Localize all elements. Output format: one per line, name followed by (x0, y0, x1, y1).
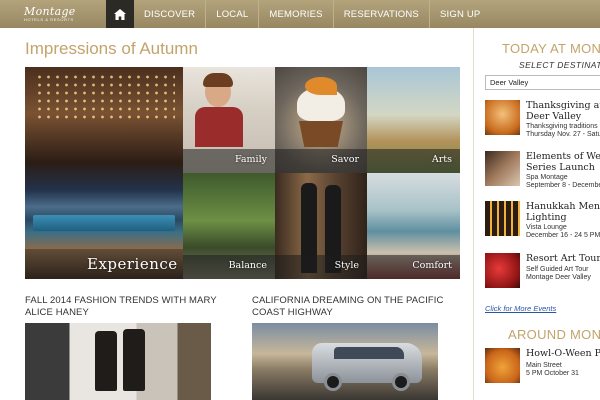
tile-balance[interactable]: Balance (183, 173, 275, 279)
nav-local[interactable]: LOCAL (206, 0, 260, 28)
event-meta-line: December 16 - 24 5 PM (526, 232, 600, 239)
event-meta-line: Montage Deer Valley (526, 274, 591, 281)
event-thumbnail (485, 100, 520, 135)
event-meta-line: 5 PM October 31 (526, 370, 579, 377)
event-title-line: Lighting (526, 212, 567, 223)
impressions-grid: Experience Family Savor Arts Balance Sty… (25, 67, 460, 279)
boot-image (123, 329, 145, 391)
pool-image (33, 215, 175, 231)
event-title: Elements of Wel Series Launch (526, 151, 600, 173)
boot-image (95, 331, 117, 391)
event-thumbnail (485, 253, 520, 288)
event-title-line: Deer Valley (526, 111, 582, 122)
today-at-montage-title: TODAY AT MONT (502, 41, 600, 56)
article-title-california[interactable]: CALIFORNIA DREAMING ON THE PACIFIC COAST… (252, 295, 462, 319)
event-meta-line: September 8 - December (526, 182, 600, 189)
event-title-line: Thanksgiving at (526, 100, 600, 111)
nav-memories[interactable]: MEMORIES (259, 0, 334, 28)
event-title: Thanksgiving at Deer Valley (526, 100, 600, 122)
boy-photo (195, 107, 243, 147)
car-window (334, 347, 404, 359)
tile-label-balance: Balance (228, 260, 267, 271)
event-meta-line: Thursday Nov. 27 - Satu (526, 131, 600, 138)
nav-reservations[interactable]: RESERVATIONS (334, 0, 430, 28)
tile-label-style: Style (334, 260, 359, 271)
event-title-line: Elements of Wel (526, 151, 600, 162)
logo-text: Montage (24, 5, 76, 18)
tile-arts[interactable]: Arts (367, 67, 460, 173)
logo-subtext: HOTELS & RESORTS (24, 17, 74, 22)
nav-discover[interactable]: DISCOVER (134, 0, 207, 28)
car-wheel (324, 373, 342, 391)
event-title-line: Resort Art Tour (526, 253, 600, 264)
event-thumbnail (485, 151, 520, 186)
car-wheel (392, 373, 410, 391)
cupcake-decoration (305, 77, 337, 95)
event-title: Howl-O-Ween Pa (526, 348, 600, 359)
page-title: Impressions of Autumn (25, 39, 198, 58)
event-item[interactable]: Elements of Wel Series Launch Spa Montag… (485, 151, 600, 191)
event-title-line: Howl-O-Ween Pa (526, 348, 600, 359)
event-thumbnail (485, 201, 520, 236)
event-meta-line: Main Street (526, 362, 562, 369)
event-meta-line: Spa Montage (526, 174, 568, 181)
sidebar-divider (473, 28, 474, 400)
home-button[interactable] (106, 0, 134, 28)
chandelier-image (35, 73, 175, 123)
event-item[interactable]: Thanksgiving at Deer Valley Thanksgiving… (485, 100, 600, 140)
event-item[interactable]: Resort Art Tour Self Guided Art Tour Mon… (485, 253, 600, 293)
event-meta-line: Self Guided Art Tour (526, 266, 589, 273)
event-meta-line: Vista Lounge (526, 224, 567, 231)
cupcake-photo (299, 121, 343, 147)
tile-comfort[interactable]: Comfort (367, 173, 460, 279)
event-thumbnail (485, 348, 520, 383)
destination-select[interactable]: Deer Valley (485, 75, 600, 90)
event-title-line: Hanukkah Meno (526, 201, 600, 212)
around-event-item[interactable]: Howl-O-Ween Pa Main Street 5 PM October … (485, 348, 600, 388)
tile-savor[interactable]: Savor (275, 67, 367, 173)
more-events-link[interactable]: Click for More Events (485, 304, 556, 313)
event-title: Hanukkah Meno Lighting (526, 201, 600, 223)
tile-style[interactable]: Style (275, 173, 367, 279)
montage-logo[interactable]: Montage HOTELS & RESORTS (0, 0, 106, 28)
top-navbar: Montage HOTELS & RESORTS DISCOVER LOCAL … (0, 0, 600, 28)
tile-experience[interactable]: Experience (25, 67, 183, 279)
home-icon (114, 8, 126, 20)
select-destination-label: SELECT DESTINATI (519, 60, 600, 70)
article-title-fashion[interactable]: FALL 2014 FASHION TRENDS WITH MARY ALICE… (25, 295, 225, 319)
event-item[interactable]: Hanukkah Meno Lighting Vista Lounge Dece… (485, 201, 600, 241)
tile-label-savor: Savor (331, 154, 359, 165)
tile-family[interactable]: Family (183, 67, 275, 173)
event-title-line: Series Launch (526, 162, 595, 173)
nav-sign-up[interactable]: SIGN UP (430, 0, 490, 28)
california-article-image[interactable] (252, 323, 438, 400)
boy-hair (203, 73, 233, 87)
event-title: Resort Art Tour (526, 253, 600, 264)
fashion-article-image[interactable] (25, 323, 211, 400)
tile-label-experience: Experience (87, 255, 178, 273)
around-montage-title: AROUND MONTA (508, 327, 600, 342)
tile-label-comfort: Comfort (412, 260, 452, 271)
event-meta-line: Thanksgiving traditions (526, 123, 598, 130)
tile-label-family: Family (234, 154, 267, 165)
tile-label-arts: Arts (431, 154, 452, 165)
